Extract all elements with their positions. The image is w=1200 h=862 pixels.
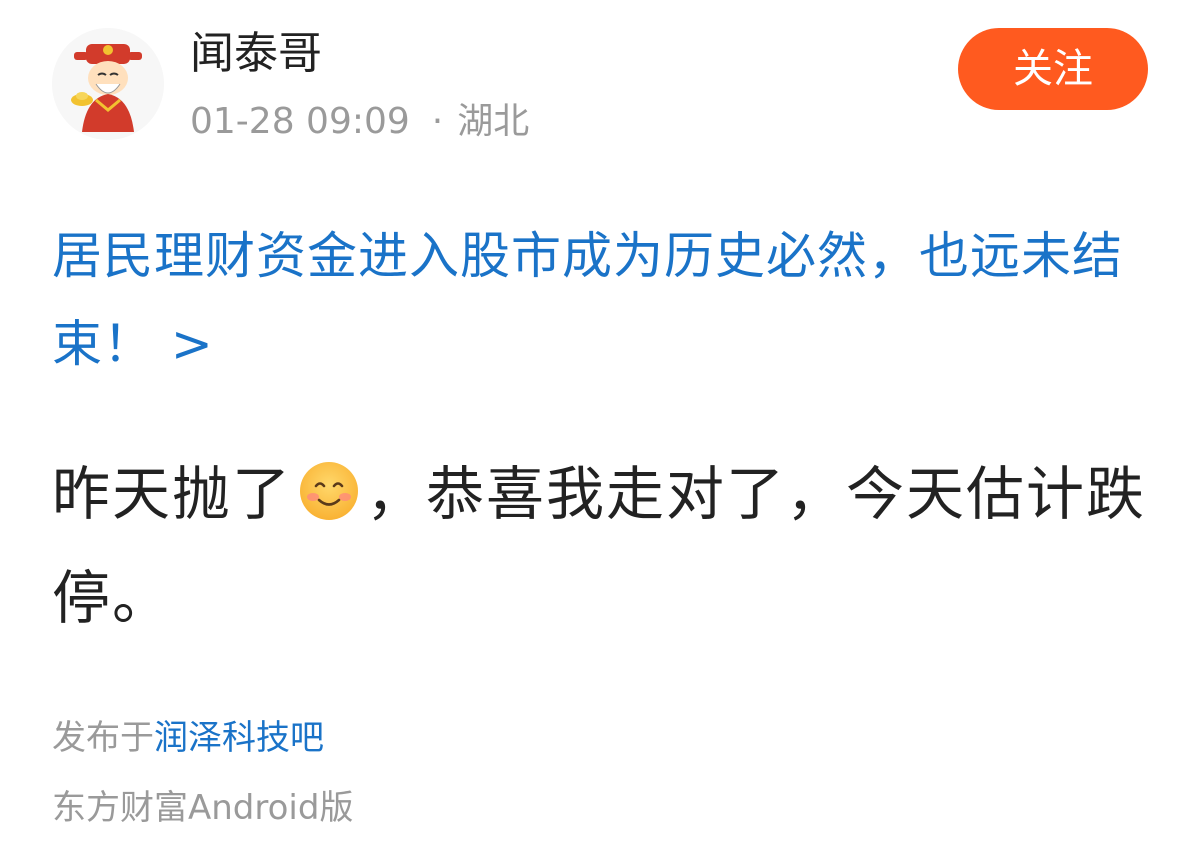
posted-in-prefix: 发布于 bbox=[52, 718, 154, 758]
post-location: 湖北 bbox=[457, 101, 530, 142]
caishen-avatar-icon bbox=[52, 28, 164, 140]
topic-link[interactable]: 居民理财资金进入股市成为历史必然，也远未结束！ > bbox=[52, 212, 1152, 388]
post-time: 01-28 09:09 bbox=[190, 101, 410, 142]
smile-emoji-icon bbox=[300, 462, 359, 520]
client-source: 东方财富Android版 bbox=[52, 788, 354, 828]
follow-button[interactable]: 关注 bbox=[958, 28, 1148, 110]
author-avatar[interactable] bbox=[52, 28, 164, 140]
board-link[interactable]: 润泽科技吧 bbox=[154, 718, 324, 758]
post-meta: 01-28 09:09 · 湖北 bbox=[190, 100, 529, 144]
posted-in-line: 发布于润泽科技吧 bbox=[52, 714, 324, 762]
post-body-text-start: 昨天抛了 bbox=[52, 460, 293, 528]
author-name[interactable]: 闻泰哥 bbox=[190, 26, 322, 82]
post-body: 昨天抛了 ，恭喜我走对了，今天估计跌停。 bbox=[52, 442, 1162, 650]
meta-separator: · bbox=[431, 101, 444, 142]
